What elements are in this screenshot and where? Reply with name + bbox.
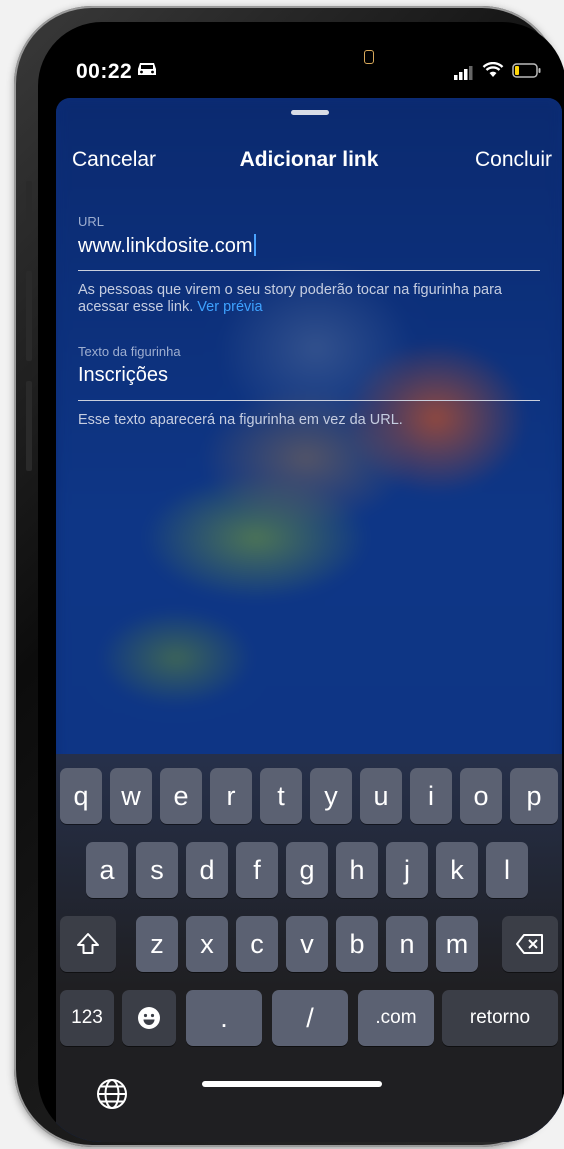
key-k[interactable]: k xyxy=(436,842,478,898)
status-time: 00:22 xyxy=(76,60,133,83)
globe-icon xyxy=(97,1079,127,1109)
sticker-text-value: Inscrições xyxy=(78,364,169,386)
key-q[interactable]: q xyxy=(60,768,102,824)
text-cursor xyxy=(253,234,256,256)
key-a[interactable]: a xyxy=(86,842,128,898)
key-j[interactable]: j xyxy=(386,842,428,898)
key-i[interactable]: i xyxy=(410,768,452,824)
numbers-key[interactable]: 123 xyxy=(60,990,114,1046)
key-n[interactable]: n xyxy=(386,916,428,972)
key-w[interactable]: w xyxy=(110,768,152,824)
dotcom-key[interactable]: .com xyxy=(358,990,434,1046)
sticker-text-label: Texto da figurinha xyxy=(78,344,181,359)
mic-indicator xyxy=(364,50,374,64)
key-o[interactable]: o xyxy=(460,768,502,824)
wifi-icon xyxy=(482,62,504,77)
dot-key[interactable]: . xyxy=(186,990,262,1046)
shift-key[interactable] xyxy=(60,916,116,972)
key-h[interactable]: h xyxy=(336,842,378,898)
backspace-icon xyxy=(516,934,543,954)
key-y[interactable]: y xyxy=(310,768,352,824)
signal-icon xyxy=(454,66,473,80)
key-t[interactable]: t xyxy=(260,768,302,824)
key-v[interactable]: v xyxy=(286,916,328,972)
key-r[interactable]: r xyxy=(210,768,252,824)
status-bar: 00:22 xyxy=(38,22,564,102)
key-g[interactable]: g xyxy=(286,842,328,898)
key-d[interactable]: d xyxy=(186,842,228,898)
url-value: www.linkdosite.com xyxy=(78,235,253,257)
return-key[interactable]: retorno xyxy=(442,990,558,1046)
battery-icon xyxy=(512,63,541,78)
key-f[interactable]: f xyxy=(236,842,278,898)
key-b[interactable]: b xyxy=(336,916,378,972)
side-button xyxy=(26,381,32,471)
shift-icon xyxy=(77,933,99,954)
home-indicator[interactable] xyxy=(202,1081,382,1087)
emoji-key[interactable] xyxy=(122,990,176,1046)
screen: 00:22 Cancelar Adicionar link Concluir U… xyxy=(38,22,564,1142)
sticker-text-field[interactable]: Inscrições xyxy=(78,364,540,401)
key-l[interactable]: l xyxy=(486,842,528,898)
key-c[interactable]: c xyxy=(236,916,278,972)
car-icon xyxy=(138,63,156,75)
url-help-text: As pessoas que virem o seu story poderão… xyxy=(78,282,548,316)
done-button[interactable]: Concluir xyxy=(475,148,552,172)
globe-button[interactable] xyxy=(94,1076,130,1112)
key-u[interactable]: u xyxy=(360,768,402,824)
key-p[interactable]: p xyxy=(510,768,558,824)
key-m[interactable]: m xyxy=(436,916,478,972)
key-z[interactable]: z xyxy=(136,916,178,972)
preview-link[interactable]: Ver prévia xyxy=(197,299,262,315)
backspace-key[interactable] xyxy=(502,916,558,972)
key-x[interactable]: x xyxy=(186,916,228,972)
emoji-icon xyxy=(138,1007,160,1029)
sheet-grabber[interactable] xyxy=(291,110,329,115)
key-s[interactable]: s xyxy=(136,842,178,898)
sticker-help-text: Esse texto aparecerá na figurinha em vez… xyxy=(78,412,403,428)
side-button xyxy=(26,271,32,361)
side-button xyxy=(26,181,32,231)
add-link-sheet: Cancelar Adicionar link Concluir URL www… xyxy=(56,98,562,1142)
url-help-body: As pessoas que virem o seu story poderão… xyxy=(78,282,502,315)
key-e[interactable]: e xyxy=(160,768,202,824)
url-field[interactable]: www.linkdosite.com xyxy=(78,234,540,271)
sheet-nav-bar: Cancelar Adicionar link Concluir xyxy=(56,148,562,188)
url-label: URL xyxy=(78,214,105,229)
slash-key[interactable]: / xyxy=(272,990,348,1046)
phone-frame: 00:22 Cancelar Adicionar link Concluir U… xyxy=(14,6,564,1147)
